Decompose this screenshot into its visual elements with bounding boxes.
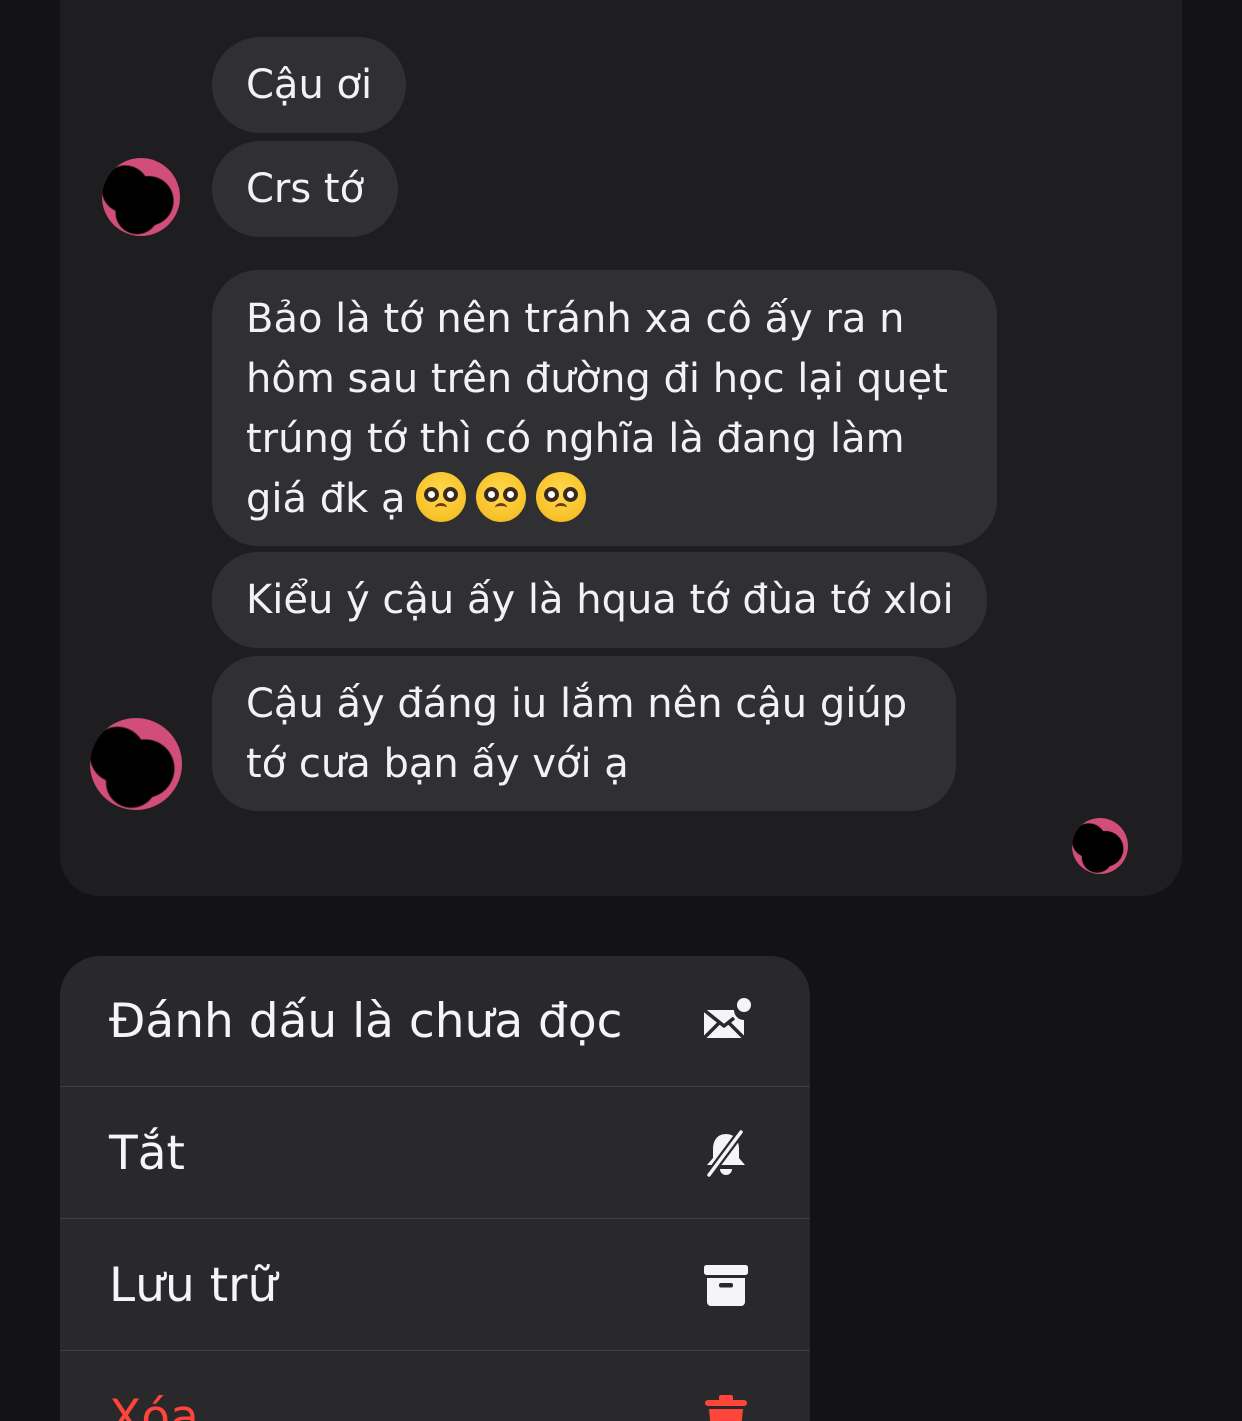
message-text: hôm sau trên đường đi học lại quẹt: [246, 356, 948, 402]
sender-avatar: [90, 718, 182, 810]
read-receipt-avatar: [1072, 818, 1128, 874]
menu-item-delete[interactable]: Xóa: [60, 1352, 810, 1421]
message-text: Crs tớ: [246, 166, 365, 212]
menu-item-mark-unread[interactable]: Đánh dấu là chưa đọc: [60, 956, 810, 1087]
message-text: Cậu ơi: [246, 62, 373, 108]
menu-item-mute[interactable]: Tắt: [60, 1088, 810, 1219]
trash-icon: [705, 1395, 747, 1421]
message-text: Bảo là tớ nên tránh xa cô ấy ra n: [246, 296, 905, 342]
message-text: trúng tớ thì có nghĩa là đang làm: [246, 416, 905, 462]
message-bubble: Crs tớ: [212, 141, 399, 237]
chat-preview[interactable]: Cậu ơi Crs tớ Bảo là tớ nên tránh xa cô …: [60, 0, 1182, 896]
mail-unread-icon: [702, 998, 751, 1040]
menu-item-label: Lưu trữ: [109, 1258, 278, 1313]
message-bubble: Kiểu ý cậu ấy là hqua tớ đùa tớ xloi: [212, 552, 987, 648]
message-bubble: Bảo là tớ nên tránh xa cô ấy ra n hôm sa…: [212, 270, 997, 546]
message-text: Kiểu ý cậu ấy là hqua tớ đùa tớ xloi: [246, 577, 954, 623]
bell-slash-icon: [705, 1128, 745, 1179]
message-text: giá đk ạ: [246, 476, 406, 522]
message-text: tớ cưa bạn ấy với ạ: [246, 741, 629, 787]
message-text: Cậu ấy đáng iu lắm nên cậu giúp: [246, 681, 908, 727]
redacted-avatar-scribble: [102, 158, 180, 236]
pleading-face-emoji: [475, 472, 526, 522]
menu-item-label: Xóa: [109, 1390, 199, 1421]
redacted-avatar-scribble: [1072, 818, 1128, 874]
pleading-face-emoji: [535, 472, 586, 522]
pleading-face-emoji: [415, 472, 466, 522]
message-bubble: Cậu ấy đáng iu lắm nên cậu giúp tớ cưa b…: [212, 656, 956, 811]
menu-item-archive[interactable]: Lưu trữ: [60, 1220, 810, 1351]
sender-avatar: [102, 158, 180, 236]
menu-item-label: Đánh dấu là chưa đọc: [109, 994, 623, 1049]
context-menu: Đánh dấu là chưa đọc Tắt Lưu trữ Xóa: [60, 956, 810, 1421]
archive-box-icon: [704, 1265, 748, 1306]
menu-item-label: Tắt: [109, 1126, 185, 1181]
message-bubble: Cậu ơi: [212, 37, 407, 133]
redacted-avatar-scribble: [90, 718, 182, 810]
screen: Cậu ơi Crs tớ Bảo là tớ nên tránh xa cô …: [0, 0, 1242, 1421]
